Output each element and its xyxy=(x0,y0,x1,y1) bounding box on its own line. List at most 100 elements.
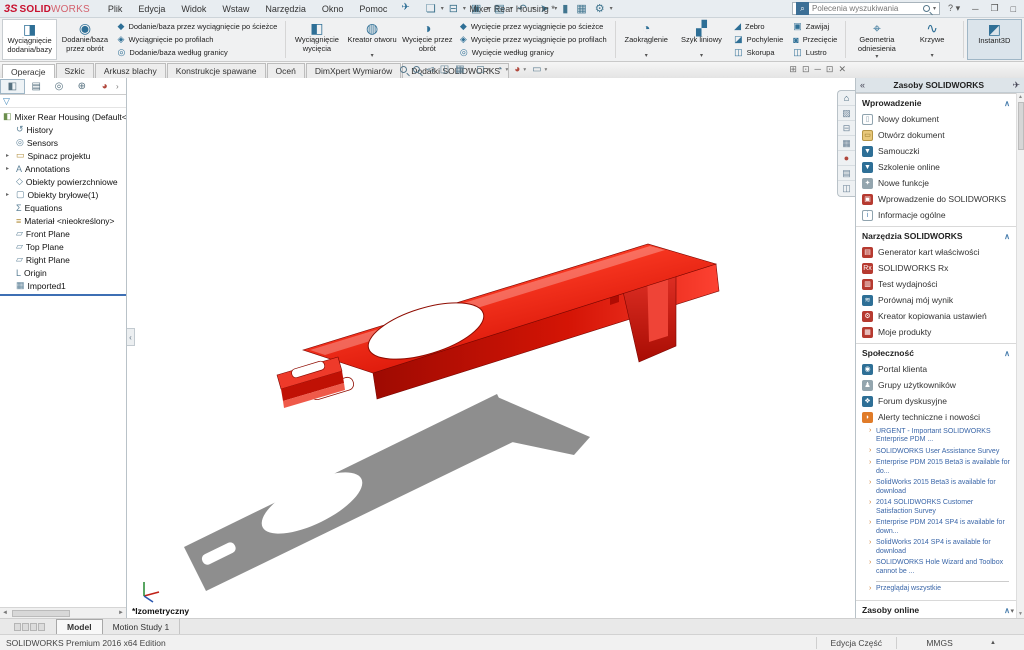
scroll-up-icon[interactable]: ▲ xyxy=(1018,93,1023,101)
news-link[interactable]: SolidWorks 2015 Beta3 is available for d… xyxy=(869,478,1011,498)
tree-item-material[interactable]: ≡Materiał <nieokreślony> xyxy=(0,214,126,227)
news-link[interactable]: SOLIDWORKS User Assistance Survey xyxy=(869,446,1011,458)
search-dropdown-icon[interactable]: ▾ xyxy=(933,5,936,12)
revolved-cut-button[interactable]: ◑ Wycięcie przez obrót xyxy=(400,19,455,60)
close-button[interactable]: □ xyxy=(1007,4,1020,14)
tabs-overflow-icon[interactable]: › xyxy=(116,82,126,91)
lofted-boss-button[interactable]: ◈Wyciągnięcie po profilach xyxy=(118,34,278,45)
link-solidworks-rx[interactable]: RxSOLIDWORKS Rx xyxy=(861,260,1011,276)
doc-close-icon[interactable]: ✕ xyxy=(838,64,846,75)
link-forum-dyskusyjne[interactable]: ❖Forum dyskusyjne xyxy=(861,393,1011,409)
hole-wizard-button[interactable]: ◍ Kreator otworu ▾ xyxy=(344,19,399,60)
help-button[interactable]: ? ▾ xyxy=(944,3,964,14)
hide-show-items-icon[interactable]: ◔ xyxy=(496,64,502,75)
tree-item-sensors[interactable]: ◎Sensors xyxy=(0,136,126,149)
previous-view-icon[interactable]: ◅ xyxy=(426,64,434,75)
restore-button[interactable]: ❐ xyxy=(986,3,1002,14)
undo-icon[interactable]: ↶ xyxy=(514,2,531,15)
forum-tab-icon[interactable]: ◫ xyxy=(838,181,855,196)
hole-wizard-dropdown-icon[interactable]: ▾ xyxy=(371,52,374,61)
fillet-dropdown-icon[interactable]: ▾ xyxy=(645,52,648,61)
section-header[interactable]: Społeczność∧ xyxy=(861,346,1011,361)
swept-cut-button[interactable]: ◆Wycięcie przez wyciągnięcie po ścieżce xyxy=(460,21,607,32)
news-view-all-link[interactable]: Przeglądaj wszystkie xyxy=(869,584,1011,596)
tab-szkic[interactable]: Szkic xyxy=(56,63,94,78)
link-porownaj-wynik[interactable]: ≋Porównaj mój wynik xyxy=(861,292,1011,308)
rib-button[interactable]: ◢Zebro xyxy=(734,21,783,32)
section-header[interactable]: Wprowadzenie∧ xyxy=(861,96,1011,111)
view-settings-icon[interactable]: ▭ xyxy=(532,64,541,75)
link-kreator-kopiowania[interactable]: ⚙Kreator kopiowania ustawień xyxy=(861,308,1011,324)
command-search[interactable]: ⌕ ▾ xyxy=(792,2,940,15)
news-link[interactable]: Enterprise PDM 2014 SP4 is available for… xyxy=(869,518,1011,538)
tab-konstrukcje-spawane[interactable]: Konstrukcje spawane xyxy=(167,63,266,78)
extruded-cut-button[interactable]: ◧ Wyciągnięcie wycięcia xyxy=(289,19,344,60)
curves-button[interactable]: ∿ Krzywe ▾ xyxy=(905,19,960,60)
news-link[interactable]: SolidWorks 2014 SP4 is available for dow… xyxy=(869,538,1011,558)
pattern-dropdown-icon[interactable]: ▾ xyxy=(700,52,703,61)
fillet-button[interactable]: ◔ Zaokrąglenie ▾ xyxy=(619,19,674,60)
mixer-rear-housing-part[interactable] xyxy=(277,244,719,408)
tab-arkusz-blachy[interactable]: Arkusz blachy xyxy=(95,63,166,78)
tab-dimxpert[interactable]: DimXpert Wymiarów xyxy=(306,63,401,78)
link-nowy-dokument[interactable]: ▯Nowy dokument xyxy=(861,111,1011,127)
draft-button[interactable]: ◪Pochylenie xyxy=(734,34,783,45)
news-link[interactable]: URGENT - Important SOLIDWORKS Enterprise… xyxy=(869,426,1011,446)
link-test-wydajnosci[interactable]: ▥Test wydajności xyxy=(861,276,1011,292)
tab-motion-study[interactable]: Motion Study 1 xyxy=(103,619,181,634)
zoom-area-icon[interactable] xyxy=(413,66,420,73)
open-document-icon[interactable]: ⊟ xyxy=(445,2,462,15)
panel-collapse-tab[interactable]: ‹ xyxy=(127,328,135,346)
menu-widok[interactable]: Widok xyxy=(173,2,214,16)
collapse-caret-icon[interactable]: ∧ xyxy=(1004,232,1010,241)
link-samouczki[interactable]: ▼Samouczki xyxy=(861,143,1011,159)
feature-tree-tab-icon[interactable]: ◧ xyxy=(0,79,25,94)
news-link[interactable]: SOLIDWORKS Hole Wizard and Toolbox canno… xyxy=(869,558,1011,578)
section-header[interactable]: Zasoby online∧ xyxy=(861,603,1011,618)
search-icon[interactable] xyxy=(923,5,930,12)
view-orientation-icon[interactable]: ▦ xyxy=(455,64,464,75)
tree-item-equations[interactable]: ΣEquations xyxy=(0,201,126,214)
tree-item-design-binder[interactable]: ▸ ▭Spinacz projektu xyxy=(0,149,126,162)
tab-operacje[interactable]: Operacje xyxy=(2,64,55,79)
linear-pattern-button[interactable]: ▞ Szyk liniowy ▾ xyxy=(674,19,729,60)
swept-boss-button[interactable]: ◆Dodanie/baza przez wyciągnięcie po ście… xyxy=(118,21,278,32)
extruded-boss-button[interactable]: ◨ Wyciągnięcie dodania/bazy xyxy=(2,19,57,60)
menu-pomoc[interactable]: Pomoc xyxy=(351,2,395,16)
viewport-split-handles[interactable] xyxy=(0,619,56,634)
tab-model[interactable]: Model xyxy=(56,619,103,634)
minimize-button[interactable]: ─ xyxy=(968,4,982,14)
new-document-icon[interactable]: ❏ xyxy=(422,2,440,15)
tree-item-front-plane[interactable]: ▱Front Plane xyxy=(0,227,126,240)
link-grupy-uzytkownikow[interactable]: ♟Grupy użytkowników xyxy=(861,377,1011,393)
file-explorer-tab-icon[interactable]: ⊟ xyxy=(838,121,855,136)
task-pane-scrollbar[interactable]: ▲ ▼ xyxy=(1016,93,1024,618)
instant3d-button[interactable]: ◩ Instant3D xyxy=(967,19,1022,60)
wrap-button[interactable]: ▣Zawijaj xyxy=(793,21,837,32)
collapse-caret-icon[interactable]: ∧ xyxy=(1004,349,1010,358)
menu-plik[interactable]: Plik xyxy=(100,2,131,16)
pin-pane-icon[interactable]: ✈ xyxy=(1012,80,1020,91)
section-header[interactable]: Narzędzia SOLIDWORKS∧ xyxy=(861,229,1011,244)
display-manager-tab-icon[interactable]: ◕ xyxy=(93,80,116,93)
expand-arrow-icon[interactable]: ▸ xyxy=(6,191,9,198)
zoom-fit-icon[interactable] xyxy=(400,66,407,73)
view-palette-tab-icon[interactable]: ▦ xyxy=(838,136,855,151)
tree-item-history[interactable]: ↺History xyxy=(0,123,126,136)
filter-funnel-icon[interactable]: ▽ xyxy=(3,96,10,107)
reference-geometry-dropdown-icon[interactable]: ▾ xyxy=(875,53,878,60)
link-informacje-ogolne[interactable]: iInformacje ogólne xyxy=(861,207,1011,223)
tree-horizontal-scrollbar[interactable]: ◄ ► xyxy=(0,607,126,618)
save-icon[interactable]: ▣ xyxy=(467,2,485,15)
collapse-caret-icon[interactable]: ∧ xyxy=(1004,99,1010,108)
mirror-button[interactable]: ◫Lustro xyxy=(793,47,837,58)
rollback-bar[interactable] xyxy=(0,294,126,296)
next-tip-icon[interactable]: ▾ xyxy=(1010,607,1014,615)
reference-geometry-button[interactable]: ⌖ Geometria odniesienia ▾ xyxy=(849,19,904,60)
units-dropdown-icon[interactable]: ▲ xyxy=(982,640,1004,646)
appearances-scenes-tab-icon[interactable]: ● xyxy=(838,151,855,166)
link-moje-produkty[interactable]: ▦Moje produkty xyxy=(861,324,1011,340)
tree-item-imported1[interactable]: ▦Imported1 xyxy=(0,279,126,292)
link-portal-klienta[interactable]: ◉Portal klienta xyxy=(861,361,1011,377)
tree-item-annotations[interactable]: ▸ AAnnotations xyxy=(0,162,126,175)
